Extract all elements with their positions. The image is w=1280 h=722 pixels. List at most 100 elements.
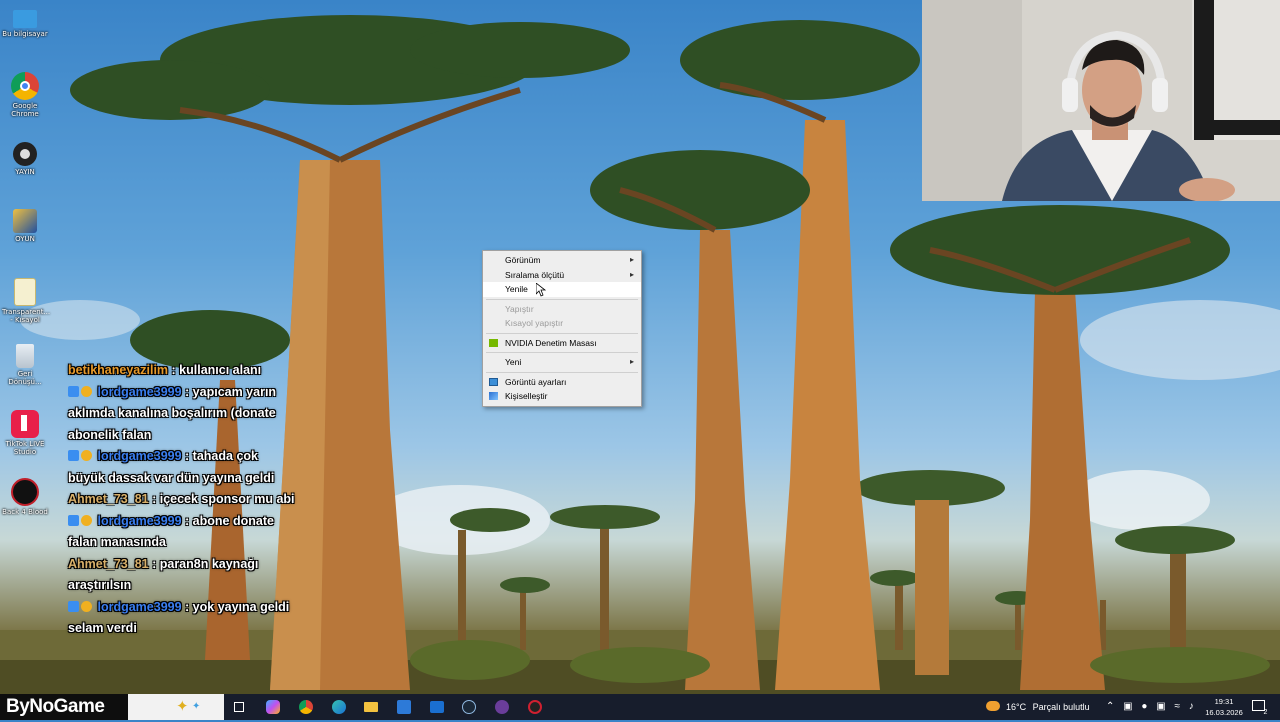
subscriber-badge-icon [81, 385, 92, 397]
taskbar-search-box[interactable]: ✦ ✦ [128, 694, 224, 720]
menu-separator [486, 352, 638, 353]
steam-icon [462, 700, 476, 714]
desktop-icon-yayin[interactable]: YAYIN [2, 142, 48, 176]
chat-text: : içecek sponsor mu abi [152, 492, 295, 506]
edge-icon [332, 700, 346, 714]
chat-username: lordgame3999 [97, 513, 182, 528]
chat-username: lordgame3999 [97, 449, 182, 463]
task-view-icon [234, 702, 244, 712]
mail-icon [430, 701, 444, 713]
menu-item-paste-shortcut: Kısayol yapıştır [505, 318, 564, 328]
chat-username: lordgame3999 [97, 384, 182, 399]
computer-icon [13, 10, 37, 28]
weather-cloud-sun-icon [986, 701, 1000, 711]
chat-message: Ahmet_73_81 : içecek sponsor mu abi [68, 489, 298, 511]
stream-chat-overlay: betikhaneyazilim : kullanıcı alanı lordg… [68, 360, 298, 640]
obs-icon [495, 700, 509, 714]
subscriber-badge-icon [81, 600, 92, 612]
menu-item-personalize[interactable]: Kişiselleştir [483, 389, 641, 404]
weather-widget[interactable]: 16°C Parçalı bulutlu [986, 694, 1090, 720]
menu-item-sort-by[interactable]: Sıralama ölçütü ▸ [483, 268, 641, 283]
sparkle-icon: ✦ [176, 697, 189, 715]
subscriber-badge-icon [81, 514, 92, 526]
desktop-icon-recycle-bin[interactable]: Geri Dönüşü... [2, 344, 48, 386]
desktop-icon-transparent-shortcut[interactable]: Transparent... - Kısayol [2, 278, 50, 324]
obs-icon [13, 142, 37, 166]
chat-username: lordgame3999 [97, 599, 182, 614]
chat-message: lordgame3999 : abone donate falan manası… [68, 511, 298, 554]
desktop-icon-chrome[interactable]: Google Chrome [2, 72, 48, 118]
platform-badge-icon [68, 600, 79, 612]
webcam-feed [922, 0, 1280, 201]
bynogame-brand-logo: ByNoGame [0, 694, 128, 720]
taskbar-app-store[interactable] [395, 698, 413, 716]
chrome-icon [11, 72, 39, 100]
menu-item-nvidia-control-panel[interactable]: NVIDIA Denetim Masası [483, 336, 641, 351]
taskbar-app-obs[interactable] [493, 698, 511, 716]
wifi-icon[interactable]: ≈ [1174, 701, 1180, 712]
chat-message: lordgame3999 : yapıcam yarın aklımda kan… [68, 382, 298, 447]
desktop-icon-computer[interactable]: Bu bilgisayar [2, 6, 48, 38]
chevron-up-icon[interactable]: ⌃ [1106, 701, 1114, 712]
back4blood-icon [11, 478, 39, 506]
chevron-right-icon: ▸ [629, 255, 634, 264]
menu-separator [486, 371, 638, 373]
menu-item-refresh[interactable]: Yenile [483, 282, 641, 297]
desktop-icon-back4blood[interactable]: Back 4 Blood [2, 478, 48, 516]
desktop-icon-tiktok[interactable]: TikTok LIVE Studio [2, 410, 48, 456]
chat-username: Ahmet_73_81 [68, 556, 149, 571]
taskbar-app-recorder[interactable] [526, 698, 544, 716]
chat-message: Ahmet_73_81 : paran8n kaynağı araştırıls… [68, 554, 298, 597]
menu-item-display-settings[interactable]: Görüntü ayarları [483, 375, 641, 390]
copilot-icon [266, 700, 280, 714]
chevron-right-icon: ▸ [629, 269, 634, 279]
taskbar: ByNoGame ✦ ✦ 16°C Parçalı bulutlu ⌃ ▣ ● [0, 694, 1280, 720]
subscriber-badge-icon [81, 450, 92, 461]
chat-username: Ahmet_73_81 [68, 492, 149, 506]
personalize-icon [489, 392, 498, 400]
system-tray: ⌃ ▣ ● ▣ ≈ ♪ [1106, 694, 1194, 720]
recycle-bin-icon [16, 344, 34, 368]
platform-badge-icon [68, 514, 79, 526]
chat-username: betikhaneyazilim [68, 363, 169, 377]
file-shortcut-icon [14, 278, 36, 306]
desktop-context-menu: Görünüm ▸ Sıralama ölçütü ▸ Yenile Yapış… [482, 250, 642, 407]
display-icon [489, 377, 498, 386]
taskbar-clock[interactable]: 19:31 16.03.2026 [1204, 694, 1244, 720]
taskbar-app-edge[interactable] [330, 698, 348, 716]
chat-message: lordgame3999 : tahada çok büyük dassak v… [68, 446, 298, 489]
taskbar-app-copilot[interactable] [264, 698, 282, 716]
desktop-icon-oyun[interactable]: OYUN [2, 209, 48, 243]
platform-badge-icon [68, 385, 79, 397]
platform-badge-icon [68, 450, 79, 461]
clock-date: 16.03.2026 [1205, 708, 1243, 717]
taskbar-app-mail[interactable] [428, 698, 446, 716]
chat-text: : kullanıcı alanı [171, 363, 262, 377]
volume-icon[interactable]: ♪ [1189, 701, 1194, 712]
menu-item-view[interactable]: Görünüm ▸ [483, 253, 641, 268]
mouse-cursor-icon [536, 283, 546, 297]
task-view-button[interactable] [230, 698, 248, 716]
chrome-icon [299, 700, 313, 714]
menu-separator [486, 332, 638, 334]
taskbar-app-file-explorer[interactable] [362, 698, 380, 716]
folder-icon [364, 702, 378, 712]
microphone-icon[interactable]: ● [1141, 701, 1147, 712]
notification-center-button[interactable]: 2 [1252, 694, 1274, 720]
menu-separator [486, 298, 638, 300]
store-icon [397, 700, 411, 714]
clock-time: 19:31 [1214, 697, 1234, 706]
webcam-overlay [922, 0, 1280, 201]
nvidia-icon [489, 338, 498, 347]
sparkle-icon: ✦ [192, 701, 201, 712]
tiktok-icon [11, 410, 39, 438]
taskbar-app-steam[interactable] [460, 698, 478, 716]
game-icon [13, 209, 37, 233]
chat-message: betikhaneyazilim : kullanıcı alanı [68, 360, 298, 382]
menu-item-paste: Yapıştır [505, 303, 534, 314]
network-drive-icon[interactable]: ▣ [1123, 701, 1132, 712]
camera-icon[interactable]: ▣ [1156, 701, 1165, 712]
chat-message: lordgame3999 : yok yayına geldi selam ve… [68, 597, 298, 640]
menu-item-new[interactable]: Yeni ▸ [483, 355, 641, 370]
taskbar-app-chrome[interactable] [297, 698, 315, 716]
